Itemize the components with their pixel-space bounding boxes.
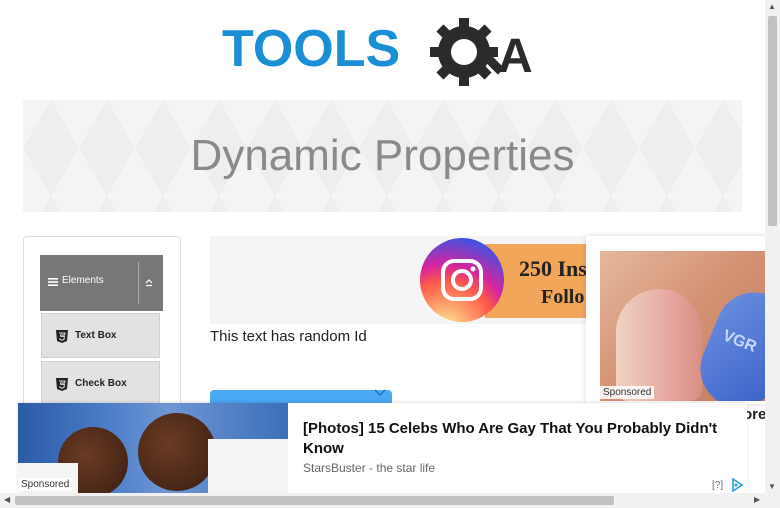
ad-help-link[interactable]: [?]	[712, 480, 723, 491]
ad-source: StarsBuster - the star life	[303, 461, 436, 475]
random-id-text: This text has random Id	[210, 328, 367, 345]
html5-icon	[56, 330, 68, 343]
gear-icon	[430, 18, 505, 86]
page-header-banner: Dynamic Properties	[23, 100, 742, 212]
header-divider	[138, 262, 139, 304]
hamburger-icon	[48, 278, 58, 286]
horizontal-scrollbar[interactable]: ◀ ▶	[0, 493, 780, 508]
vertical-scroll-thumb[interactable]	[768, 16, 777, 226]
shirt-shape	[208, 439, 288, 493]
scroll-up-icon[interactable]: ▲	[768, 2, 776, 11]
instagram-logo-icon	[420, 238, 504, 322]
ad-headline-link[interactable]: [Photos] 15 Celebs Who Are Gay That You …	[303, 419, 748, 459]
elements-group-label: Elements	[62, 275, 104, 286]
sidebar-item-check-box[interactable]: Check Box	[41, 361, 160, 406]
sponsored-label: Sponsored	[18, 478, 73, 491]
instagram-ad-banner[interactable]: 250 Inst Follo	[210, 236, 590, 324]
scroll-left-icon[interactable]: ◀	[4, 495, 10, 504]
ad-image-pill[interactable]: VGR	[600, 251, 765, 401]
adchoices-icon[interactable]	[730, 478, 744, 492]
html5-icon	[56, 378, 68, 391]
bottom-sponsored-ad[interactable]: Sponsored [Photos] 15 Celebs Who Are Gay…	[18, 403, 747, 493]
page-title: Dynamic Properties	[190, 131, 575, 180]
sponsored-label: Sponsored	[600, 386, 655, 399]
fingernail-shape	[616, 289, 702, 401]
scroll-down-icon[interactable]: ▼	[768, 482, 776, 491]
collapse-arrow-icon[interactable]	[144, 277, 154, 287]
horizontal-scroll-thumb[interactable]	[15, 496, 614, 505]
logo-text: TOOLS	[222, 20, 400, 78]
chevron-down-icon	[374, 389, 386, 400]
sidebar-item-text-box[interactable]: Text Box	[41, 313, 160, 358]
sidebar-item-label: Text Box	[75, 330, 117, 341]
logo-suffix: A	[498, 30, 533, 83]
ad-line-1: 250 Inst	[519, 256, 590, 281]
ad-line-2: Follo	[541, 286, 585, 308]
face-right	[138, 413, 216, 491]
sidebar-item-label: Check Box	[75, 378, 127, 389]
elements-group-header[interactable]: Elements	[40, 255, 163, 311]
scroll-right-icon[interactable]: ▶	[754, 495, 760, 504]
will-enable-button[interactable]	[210, 390, 392, 404]
vertical-scrollbar[interactable]: ▲ ▼	[765, 0, 780, 493]
toolsqa-logo[interactable]: TOOLS A	[222, 16, 552, 92]
